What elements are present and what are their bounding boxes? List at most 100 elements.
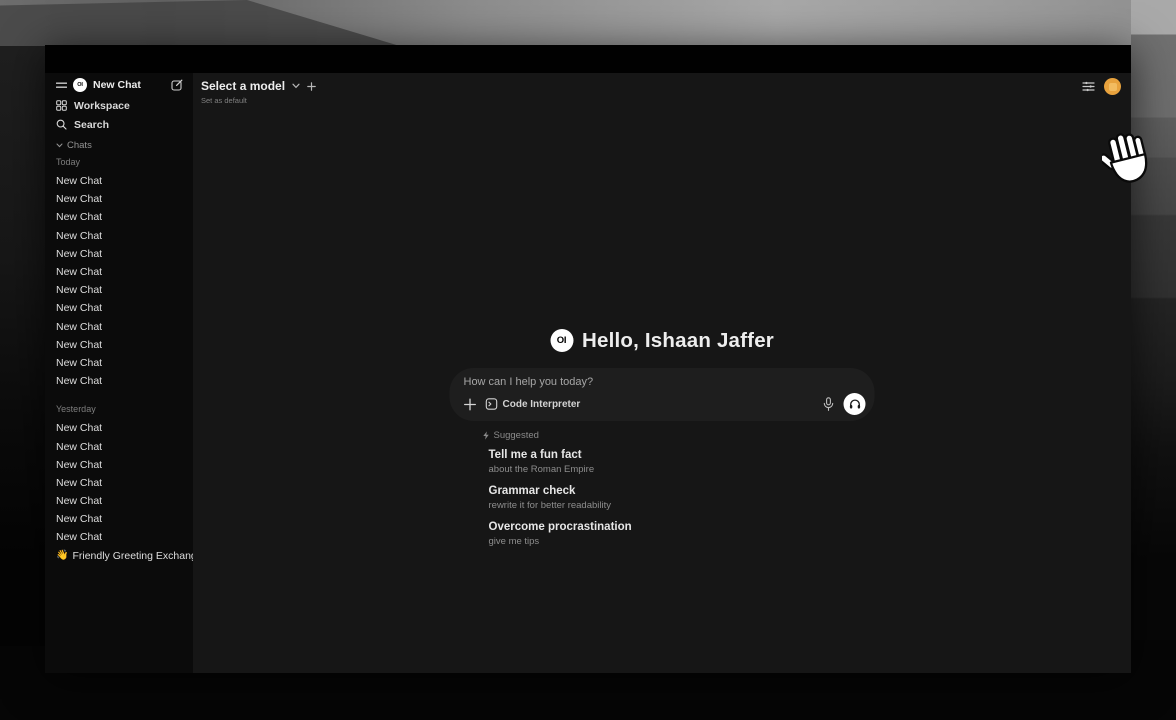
app-logo: OI	[550, 329, 573, 352]
chat-list-item[interactable]: New Chat	[45, 354, 193, 372]
code-interpreter-label: Code Interpreter	[503, 399, 581, 410]
chat-title: New Chat	[56, 495, 102, 507]
chat-title: New Chat	[56, 266, 102, 278]
sidebar-item-search[interactable]: Search	[45, 115, 193, 134]
suggestion-title: Tell me a fun fact	[489, 449, 875, 462]
sidebar-item-workspace[interactable]: Workspace	[45, 96, 193, 115]
user-avatar[interactable]	[1104, 78, 1121, 95]
topbar-actions	[1082, 78, 1121, 95]
chats-label: Chats	[67, 140, 92, 151]
chat-list-item[interactable]: New Chat	[45, 227, 193, 245]
chevron-down-icon	[56, 143, 63, 148]
suggested-label: Suggested	[494, 430, 539, 441]
attach-plus-icon[interactable]	[464, 398, 477, 411]
app-logo-text: OI	[557, 335, 566, 346]
chat-list-item[interactable]: New Chat	[45, 208, 193, 226]
voice-call-button[interactable]	[844, 393, 866, 415]
headphones-icon	[848, 398, 861, 410]
new-chat-compose-icon[interactable]	[171, 79, 183, 91]
sidebar-item-label: Search	[74, 119, 109, 131]
app-logo: OI	[73, 78, 87, 92]
chat-title: New Chat	[56, 459, 102, 471]
suggested-section: Suggested Tell me a fun fact about the R…	[450, 430, 875, 549]
suggestion-title: Overcome procrastination	[489, 521, 875, 534]
greeting-text: Hello, Ishaan Jaffer	[582, 329, 774, 353]
chat-title: New Chat	[56, 230, 102, 242]
chat-list-item[interactable]: New Chat	[45, 245, 193, 263]
chat-list-item[interactable]: New Chat	[45, 492, 193, 510]
chat-title: New Chat	[56, 422, 102, 434]
chat-title: New Chat	[56, 211, 102, 223]
chat-list-item[interactable]: New Chat	[45, 510, 193, 528]
app-window: OI New Chat	[45, 45, 1131, 673]
chat-list-item[interactable]: New Chat	[45, 474, 193, 492]
suggested-header: Suggested	[483, 430, 875, 441]
add-model-icon[interactable]	[307, 82, 316, 91]
sidebar-title: New Chat	[93, 79, 165, 91]
chat-list-item[interactable]: New Chat	[45, 190, 193, 208]
sidebar-header: OI New Chat	[56, 77, 183, 93]
set-default-link[interactable]: Set as default	[201, 96, 316, 105]
composer-placeholder[interactable]: How can I help you today?	[464, 376, 866, 388]
chat-title: New Chat	[56, 302, 102, 314]
suggestion-subtitle: rewrite it for better readability	[489, 500, 875, 511]
suggestion-item[interactable]: Overcome procrastination give me tips	[483, 519, 875, 549]
suggestion-subtitle: give me tips	[489, 536, 875, 547]
sidebar-item-label: Workspace	[74, 100, 130, 112]
window-top-strip	[45, 45, 1131, 73]
model-selector[interactable]: Select a model	[201, 79, 316, 93]
chat-sections: Today New Chat New Chat New Chat New Chat New…	[45, 151, 193, 673]
chat-list-item[interactable]: New Chat	[45, 437, 193, 455]
greeting-row: OI Hello, Ishaan Jaffer	[450, 327, 875, 354]
chat-title: New Chat	[56, 531, 102, 543]
code-interpreter-toggle[interactable]: Code Interpreter	[486, 398, 581, 410]
controls-sliders-icon[interactable]	[1082, 80, 1095, 93]
chat-title: New Chat	[56, 284, 102, 296]
chat-title: New Chat	[56, 248, 102, 260]
chat-list-item[interactable]: New Chat	[45, 263, 193, 281]
chats-section-toggle[interactable]: Chats	[45, 139, 193, 151]
wallpaper-top-band	[0, 0, 1176, 46]
chat-list-item[interactable]: New Chat	[45, 172, 193, 190]
chat-title: New Chat	[56, 321, 102, 333]
suggestion-item[interactable]: Tell me a fun fact about the Roman Empir…	[483, 447, 875, 477]
suggestions-list: Tell me a fun fact about the Roman Empir…	[483, 447, 875, 549]
suggestion-subtitle: about the Roman Empire	[489, 464, 875, 475]
message-composer[interactable]: How can I help you today? Code Interp	[450, 368, 875, 421]
chat-list-item[interactable]: New Chat	[45, 281, 193, 299]
chat-title: Friendly Greeting Exchange	[72, 550, 193, 562]
sidebar-nav: Workspace Search	[45, 96, 193, 134]
chat-title: New Chat	[56, 193, 102, 205]
chat-section-label: Yesterday	[45, 403, 193, 415]
chat-list-item[interactable]: 👋 Friendly Greeting Exchange	[45, 547, 193, 565]
microphone-icon[interactable]	[823, 397, 835, 412]
model-selector-label: Select a model	[201, 79, 285, 93]
sidebar-toggle-icon[interactable]	[56, 81, 67, 90]
suggestion-item[interactable]: Grammar check rewrite it for better read…	[483, 483, 875, 513]
wallpaper-right-band	[1131, 0, 1176, 640]
chat-title: New Chat	[56, 513, 102, 525]
wallpaper-left-band	[0, 46, 45, 646]
waving-hand-emoji: 👋	[56, 550, 68, 561]
sidebar: OI New Chat	[45, 73, 193, 673]
chat-list-item[interactable]: New Chat	[45, 528, 193, 546]
search-icon	[56, 119, 67, 130]
chat-title: New Chat	[56, 477, 102, 489]
main-area: Select a model Set as default	[193, 73, 1131, 673]
chat-title: New Chat	[56, 339, 102, 351]
chat-title: New Chat	[56, 441, 102, 453]
chat-title: New Chat	[56, 375, 102, 387]
chat-list-item[interactable]: New Chat	[45, 456, 193, 474]
chevron-down-icon	[292, 83, 300, 89]
composer-toolbar: Code Interpreter	[464, 393, 866, 415]
chat-list-item[interactable]: New Chat	[45, 318, 193, 336]
chat-list-item[interactable]: New Chat	[45, 336, 193, 354]
chat-list-item[interactable]: New Chat	[45, 299, 193, 317]
hero-section: OI Hello, Ishaan Jaffer How can I help y…	[450, 327, 875, 549]
chat-section-label: Today	[45, 156, 193, 168]
chat-list-item[interactable]: New Chat	[45, 419, 193, 437]
suggestion-title: Grammar check	[489, 485, 875, 498]
chat-list-item[interactable]: New Chat	[45, 372, 193, 390]
desktop: OI New Chat	[0, 0, 1176, 720]
bolt-icon	[483, 431, 490, 440]
